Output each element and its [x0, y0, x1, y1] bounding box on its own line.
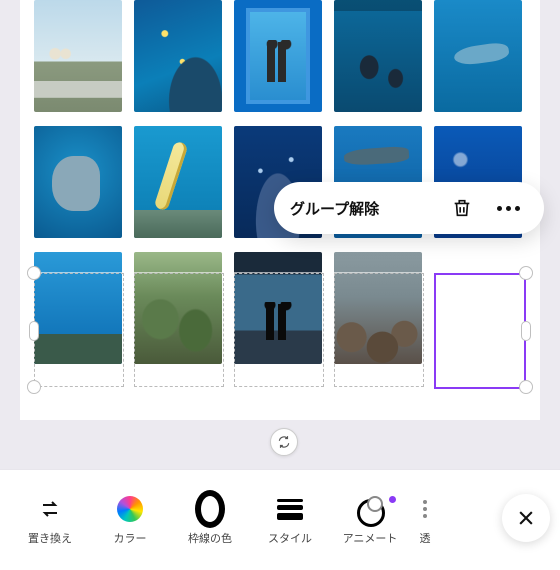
grid-cell[interactable] — [34, 0, 122, 112]
replace-icon — [35, 494, 65, 524]
tool-label: 置き換え — [28, 530, 72, 546]
color-wheel-icon — [115, 494, 145, 524]
grid-cell[interactable] — [234, 252, 322, 364]
tool-label: カラー — [114, 530, 147, 546]
toolbar: 置き換え カラー 枠線の色 スタイル アニメート 透 — [0, 469, 560, 570]
lines-icon — [275, 494, 305, 524]
rotate-handle[interactable] — [270, 428, 298, 456]
trash-icon — [451, 197, 473, 219]
grid-cell[interactable] — [434, 0, 522, 112]
rotate-icon — [277, 435, 291, 449]
tool-label: スタイル — [268, 530, 312, 546]
tool-label: 枠線の色 — [188, 530, 232, 546]
grid-cell[interactable] — [434, 252, 522, 364]
tool-label: 透 — [420, 530, 431, 546]
tool-label: アニメート — [343, 530, 398, 546]
grid-cell[interactable] — [134, 252, 222, 364]
notification-dot-icon — [389, 496, 396, 503]
animate-icon — [355, 494, 385, 524]
color-tool[interactable]: カラー — [90, 494, 170, 546]
more-button[interactable] — [488, 188, 528, 228]
ungroup-button[interactable]: グループ解除 — [290, 198, 379, 219]
replace-tool[interactable]: 置き換え — [10, 494, 90, 546]
grid-cell[interactable] — [134, 0, 222, 112]
style-tool[interactable]: スタイル — [250, 494, 330, 546]
grid-cell[interactable] — [234, 0, 322, 112]
context-menu: グループ解除 — [274, 182, 544, 234]
grid-cell[interactable] — [134, 126, 222, 238]
grid-cell[interactable] — [34, 126, 122, 238]
close-button[interactable] — [502, 494, 550, 542]
transparency-tool[interactable]: 透 — [410, 494, 440, 546]
animate-tool[interactable]: アニメート — [330, 494, 410, 546]
close-icon — [516, 508, 536, 528]
dots-icon — [497, 206, 520, 211]
delete-button[interactable] — [442, 188, 482, 228]
grid-cell[interactable] — [34, 252, 122, 364]
dots-vertical-icon — [410, 494, 440, 524]
ring-icon — [195, 494, 225, 524]
border-color-tool[interactable]: 枠線の色 — [170, 494, 250, 546]
grid-cell[interactable] — [334, 0, 422, 112]
grid-cell[interactable] — [334, 252, 422, 364]
